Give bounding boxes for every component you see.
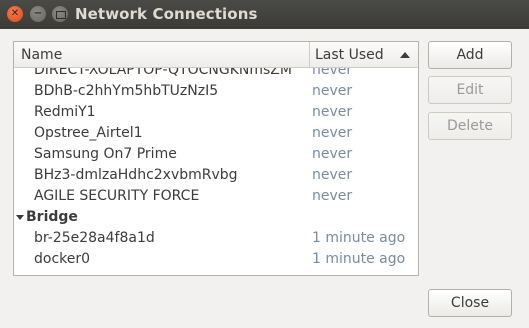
connection-name: BHz3-dmlzaHdhc2xvbmRvbg — [34, 167, 238, 183]
group-row-bridge[interactable]: Bridge — [14, 208, 418, 229]
window-close-icon[interactable]: ✕ — [7, 6, 23, 22]
connection-last-used: never — [312, 167, 353, 183]
network-connections-window: ✕ − Network Connections Name Last Used D… — [0, 0, 529, 328]
group-name: Bridge — [26, 209, 78, 225]
list-item[interactable]: AGILE SECURITY FORCE never — [14, 187, 418, 208]
connection-name: Samsung On7 Prime — [34, 146, 177, 162]
connection-name: BDhB-c2hhYm5hbTUzNzI5 — [34, 83, 219, 99]
list-header: Name Last Used — [14, 42, 418, 68]
connection-name: docker0 — [34, 251, 91, 267]
connection-last-used: never — [312, 68, 353, 78]
close-button[interactable]: Close — [428, 289, 512, 317]
delete-button[interactable]: Delete — [428, 112, 512, 140]
list-item[interactable]: Opstree_Airtel1 never — [14, 124, 418, 145]
connection-name: RedmiY1 — [34, 104, 96, 120]
connection-name: AGILE SECURITY FORCE — [34, 188, 200, 204]
list-item[interactable]: BHz3-dmlzaHdhc2xvbmRvbg never — [14, 166, 418, 187]
list-item[interactable]: DIRECT-XOLAPTOP-QTOCNGKNmsZM never — [14, 68, 418, 82]
connection-last-used: 1 minute ago — [312, 251, 406, 267]
column-header-name-label: Name — [21, 47, 63, 63]
list-item[interactable]: br-25e28a4f8a1d 1 minute ago — [14, 229, 418, 250]
connection-last-used: never — [312, 188, 353, 204]
window-title: Network Connections — [75, 5, 258, 23]
connection-name: DIRECT-XOLAPTOP-QTOCNGKNmsZM — [34, 68, 292, 78]
list-item[interactable]: BDhB-c2hhYm5hbTUzNzI5 never — [14, 82, 418, 103]
list-item[interactable]: RedmiY1 never — [14, 103, 418, 124]
window-minimize-icon[interactable]: − — [30, 6, 46, 22]
add-button[interactable]: Add — [428, 41, 512, 69]
sort-ascending-icon — [400, 52, 410, 58]
column-header-last-used-label: Last Used — [315, 47, 384, 63]
connection-name: Opstree_Airtel1 — [34, 125, 143, 141]
connection-last-used: never — [312, 146, 353, 162]
title-bar[interactable]: ✕ − Network Connections — [0, 0, 529, 29]
connection-last-used: never — [312, 104, 353, 120]
list-item[interactable]: Samsung On7 Prime never — [14, 145, 418, 166]
connection-last-used: never — [312, 125, 353, 141]
window-maximize-icon[interactable] — [52, 6, 68, 22]
connection-last-used: 1 minute ago — [312, 230, 406, 246]
list-rows: DIRECT-XOLAPTOP-QTOCNGKNmsZM never BDhB-… — [14, 68, 418, 275]
connection-last-used: never — [312, 83, 353, 99]
connections-list[interactable]: Name Last Used DIRECT-XOLAPTOP-QTOCNGKNm… — [13, 41, 419, 276]
list-item[interactable]: docker0 1 minute ago — [14, 250, 418, 271]
expander-down-icon[interactable] — [16, 215, 24, 220]
column-header-name[interactable]: Name — [14, 42, 310, 68]
connection-name: br-25e28a4f8a1d — [34, 230, 155, 246]
edit-button[interactable]: Edit — [428, 76, 512, 104]
column-header-last-used[interactable]: Last Used — [311, 42, 418, 68]
